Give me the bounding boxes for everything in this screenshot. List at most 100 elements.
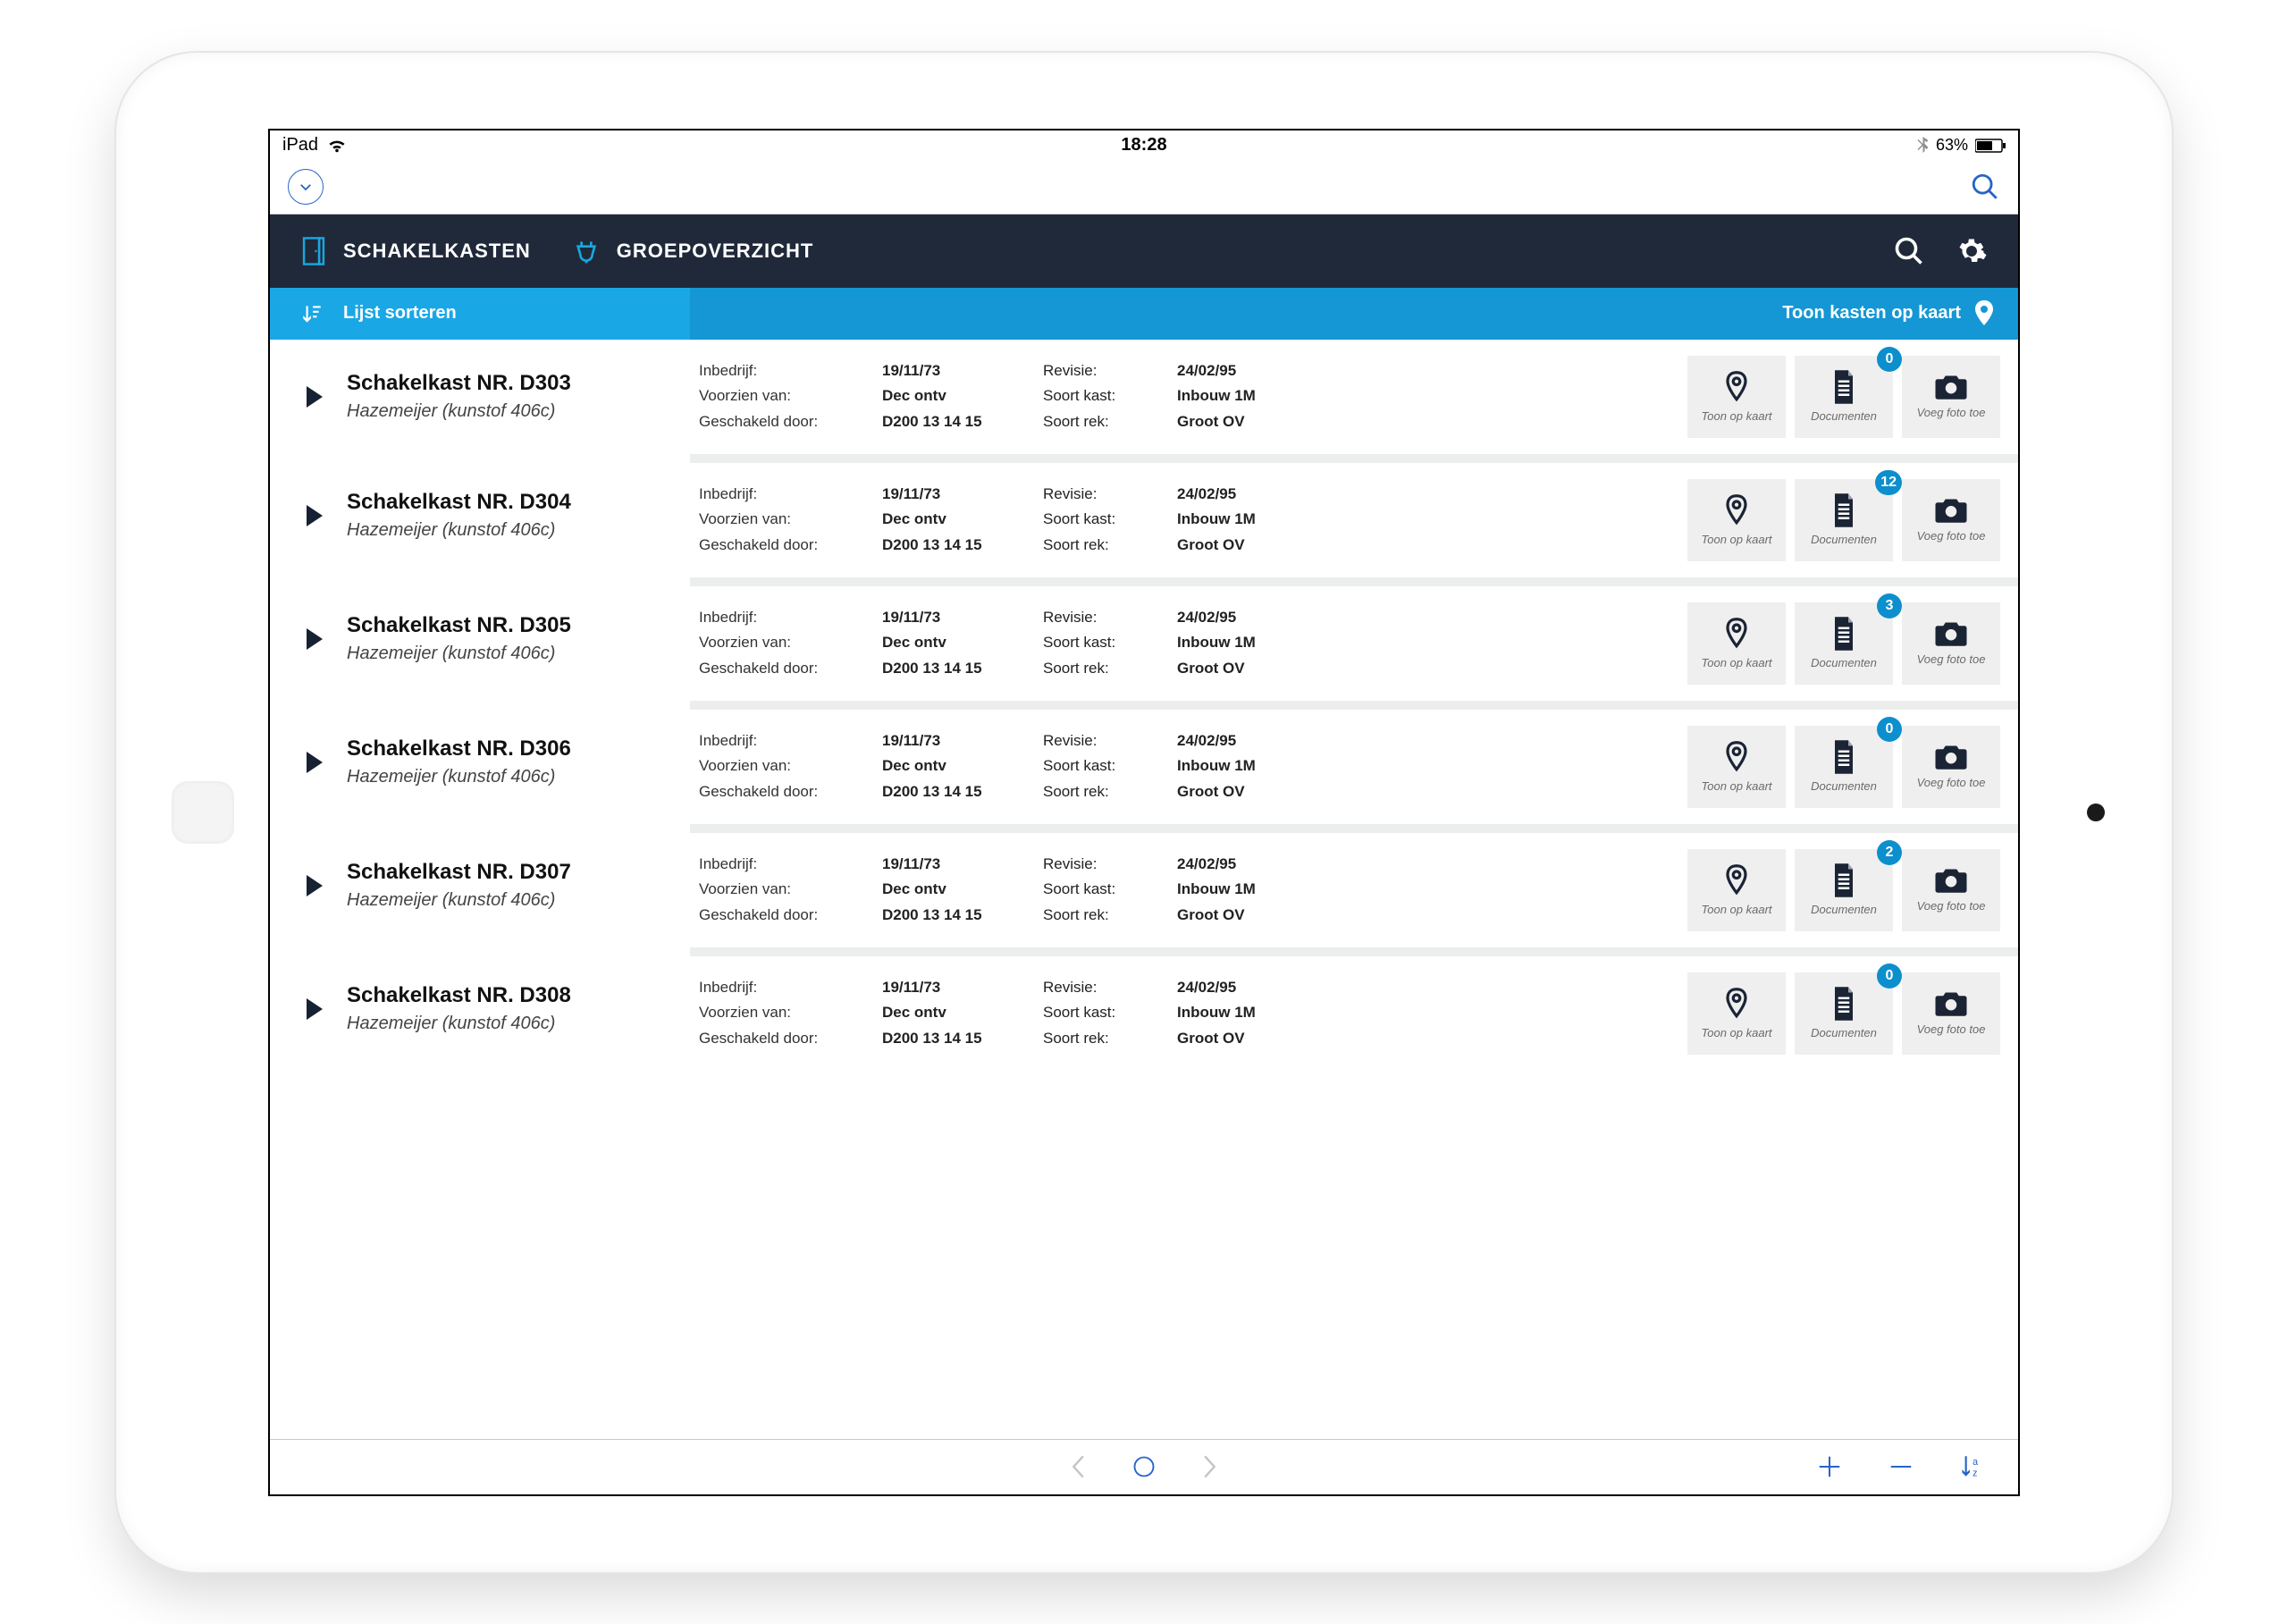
action-photo-label: Voeg foto toe xyxy=(1917,652,1986,666)
action-documents[interactable]: 12 Documenten xyxy=(1795,479,1893,561)
document-icon xyxy=(1830,740,1857,774)
row-expand[interactable]: Schakelkast NR. D307 Hazemeijer (kunstof… xyxy=(270,824,690,947)
val-soortrek: Groot OV xyxy=(1177,903,1302,928)
svg-text:z: z xyxy=(1973,1468,1977,1479)
lbl-revisie: Revisie: xyxy=(1043,605,1150,630)
row-title: Schakelkast NR. D304 xyxy=(347,490,571,515)
lbl-soortkast: Soort kast: xyxy=(1043,753,1150,778)
app-search-button[interactable] xyxy=(1893,235,1925,267)
action-photo-label: Voeg foto toe xyxy=(1917,529,1986,543)
row-subtitle: Hazemeijer (kunstof 406c) xyxy=(347,401,571,422)
action-show-on-map[interactable]: Toon op kaart xyxy=(1687,479,1786,561)
lbl-geschakeld: Geschakeld door: xyxy=(699,903,855,928)
action-show-on-map[interactable]: Toon op kaart xyxy=(1687,972,1786,1055)
row-expand[interactable]: Schakelkast NR. D304 Hazemeijer (kunstof… xyxy=(270,454,690,577)
row-list[interactable]: Schakelkast NR. D303 Hazemeijer (kunstof… xyxy=(270,340,2018,1439)
action-add-photo[interactable]: Voeg foto toe xyxy=(1902,972,2000,1055)
lbl-revisie: Revisie: xyxy=(1043,975,1150,1000)
lbl-soortrek: Soort rek: xyxy=(1043,1026,1150,1051)
nav-back-button[interactable] xyxy=(1069,1454,1087,1479)
sort-button[interactable]: Lijst sorteren xyxy=(270,288,690,340)
val-voorzien: Dec ontv xyxy=(882,507,1016,532)
map-pin-icon xyxy=(1973,300,1995,327)
action-show-on-map[interactable]: Toon op kaart xyxy=(1687,602,1786,685)
tab-schakelkasten[interactable]: SCHAKELKASTEN xyxy=(300,236,531,266)
lbl-voorzien: Voorzien van: xyxy=(699,753,855,778)
document-icon xyxy=(1830,370,1857,404)
val-revisie: 24/02/95 xyxy=(1177,358,1302,383)
lbl-soortrek: Soort rek: xyxy=(1043,903,1150,928)
nav-forward-button[interactable] xyxy=(1201,1454,1219,1479)
action-documents[interactable]: 0 Documenten xyxy=(1795,356,1893,438)
list-row: Schakelkast NR. D307 Hazemeijer (kunstof… xyxy=(270,824,2018,947)
row-title: Schakelkast NR. D307 xyxy=(347,860,571,885)
camera-icon xyxy=(1933,497,1969,524)
dropdown-button[interactable] xyxy=(288,169,324,205)
sort-label: Lijst sorteren xyxy=(343,303,457,324)
row-expand[interactable]: Schakelkast NR. D305 Hazemeijer (kunstof… xyxy=(270,577,690,701)
tab-groepoverzicht[interactable]: GROEPOVERZICHT xyxy=(572,237,814,265)
expand-icon xyxy=(306,998,324,1020)
camera-dot xyxy=(2087,804,2105,821)
val-inbedrijf: 19/11/73 xyxy=(882,728,1016,753)
action-map-label: Toon op kaart xyxy=(1701,779,1771,793)
val-voorzien: Dec ontv xyxy=(882,753,1016,778)
lbl-geschakeld: Geschakeld door: xyxy=(699,779,855,804)
action-add-photo[interactable]: Voeg foto toe xyxy=(1902,602,2000,685)
add-button[interactable] xyxy=(1816,1453,1843,1480)
nav-reload-button[interactable] xyxy=(1131,1454,1157,1479)
plug-icon xyxy=(572,237,601,265)
val-inbedrijf: 19/11/73 xyxy=(882,975,1016,1000)
show-on-map-button[interactable]: Toon kasten op kaart xyxy=(1782,300,2018,327)
lbl-geschakeld: Geschakeld door: xyxy=(699,409,855,434)
action-documents[interactable]: 2 Documenten xyxy=(1795,849,1893,931)
browser-search-button[interactable] xyxy=(1970,172,2000,202)
camera-icon xyxy=(1933,990,1969,1017)
action-documents[interactable]: 0 Documenten xyxy=(1795,726,1893,808)
pin-icon xyxy=(1723,863,1750,897)
action-add-photo[interactable]: Voeg foto toe xyxy=(1902,849,2000,931)
action-show-on-map[interactable]: Toon op kaart xyxy=(1687,849,1786,931)
action-documents[interactable]: 0 Documenten xyxy=(1795,972,1893,1055)
row-expand[interactable]: Schakelkast NR. D308 Hazemeijer (kunstof… xyxy=(270,947,690,1071)
action-map-label: Toon op kaart xyxy=(1701,533,1771,546)
action-documents[interactable]: 3 Documenten xyxy=(1795,602,1893,685)
val-revisie: 24/02/95 xyxy=(1177,975,1302,1000)
val-geschakeld: D200 13 14 15 xyxy=(882,779,1016,804)
val-soortkast: Inbouw 1M xyxy=(1177,383,1302,408)
list-row: Schakelkast NR. D308 Hazemeijer (kunstof… xyxy=(270,947,2018,1071)
wifi-icon xyxy=(327,138,347,154)
action-docs-label: Documenten xyxy=(1811,903,1877,916)
val-voorzien: Dec ontv xyxy=(882,877,1016,902)
row-expand[interactable]: Schakelkast NR. D303 Hazemeijer (kunstof… xyxy=(270,340,690,454)
home-button[interactable] xyxy=(172,781,234,844)
action-add-photo[interactable]: Voeg foto toe xyxy=(1902,356,2000,438)
remove-button[interactable] xyxy=(1888,1453,1914,1480)
val-soortrek: Groot OV xyxy=(1177,779,1302,804)
val-inbedrijf: 19/11/73 xyxy=(882,358,1016,383)
val-soortrek: Groot OV xyxy=(1177,656,1302,681)
document-icon xyxy=(1830,987,1857,1021)
action-add-photo[interactable]: Voeg foto toe xyxy=(1902,479,2000,561)
val-geschakeld: D200 13 14 15 xyxy=(882,1026,1016,1051)
tab-schakelkasten-label: SCHAKELKASTEN xyxy=(343,240,531,263)
action-show-on-map[interactable]: Toon op kaart xyxy=(1687,356,1786,438)
expand-icon xyxy=(306,875,324,896)
val-inbedrijf: 19/11/73 xyxy=(882,482,1016,507)
tab-groepoverzicht-label: GROEPOVERZICHT xyxy=(617,240,814,263)
action-add-photo[interactable]: Voeg foto toe xyxy=(1902,726,2000,808)
row-expand[interactable]: Schakelkast NR. D306 Hazemeijer (kunstof… xyxy=(270,701,690,824)
settings-button[interactable] xyxy=(1956,235,1988,267)
val-revisie: 24/02/95 xyxy=(1177,728,1302,753)
val-voorzien: Dec ontv xyxy=(882,1000,1016,1025)
row-subtitle: Hazemeijer (kunstof 406c) xyxy=(347,520,571,541)
docs-badge: 0 xyxy=(1877,963,1902,989)
lbl-geschakeld: Geschakeld door: xyxy=(699,1026,855,1051)
action-show-on-map[interactable]: Toon op kaart xyxy=(1687,726,1786,808)
action-map-label: Toon op kaart xyxy=(1701,656,1771,669)
action-docs-label: Documenten xyxy=(1811,779,1877,793)
lbl-voorzien: Voorzien van: xyxy=(699,630,855,655)
lbl-geschakeld: Geschakeld door: xyxy=(699,656,855,681)
sort-az-button[interactable]: az xyxy=(1959,1453,1982,1480)
status-bar: iPad 18:28 63% xyxy=(270,130,2018,161)
